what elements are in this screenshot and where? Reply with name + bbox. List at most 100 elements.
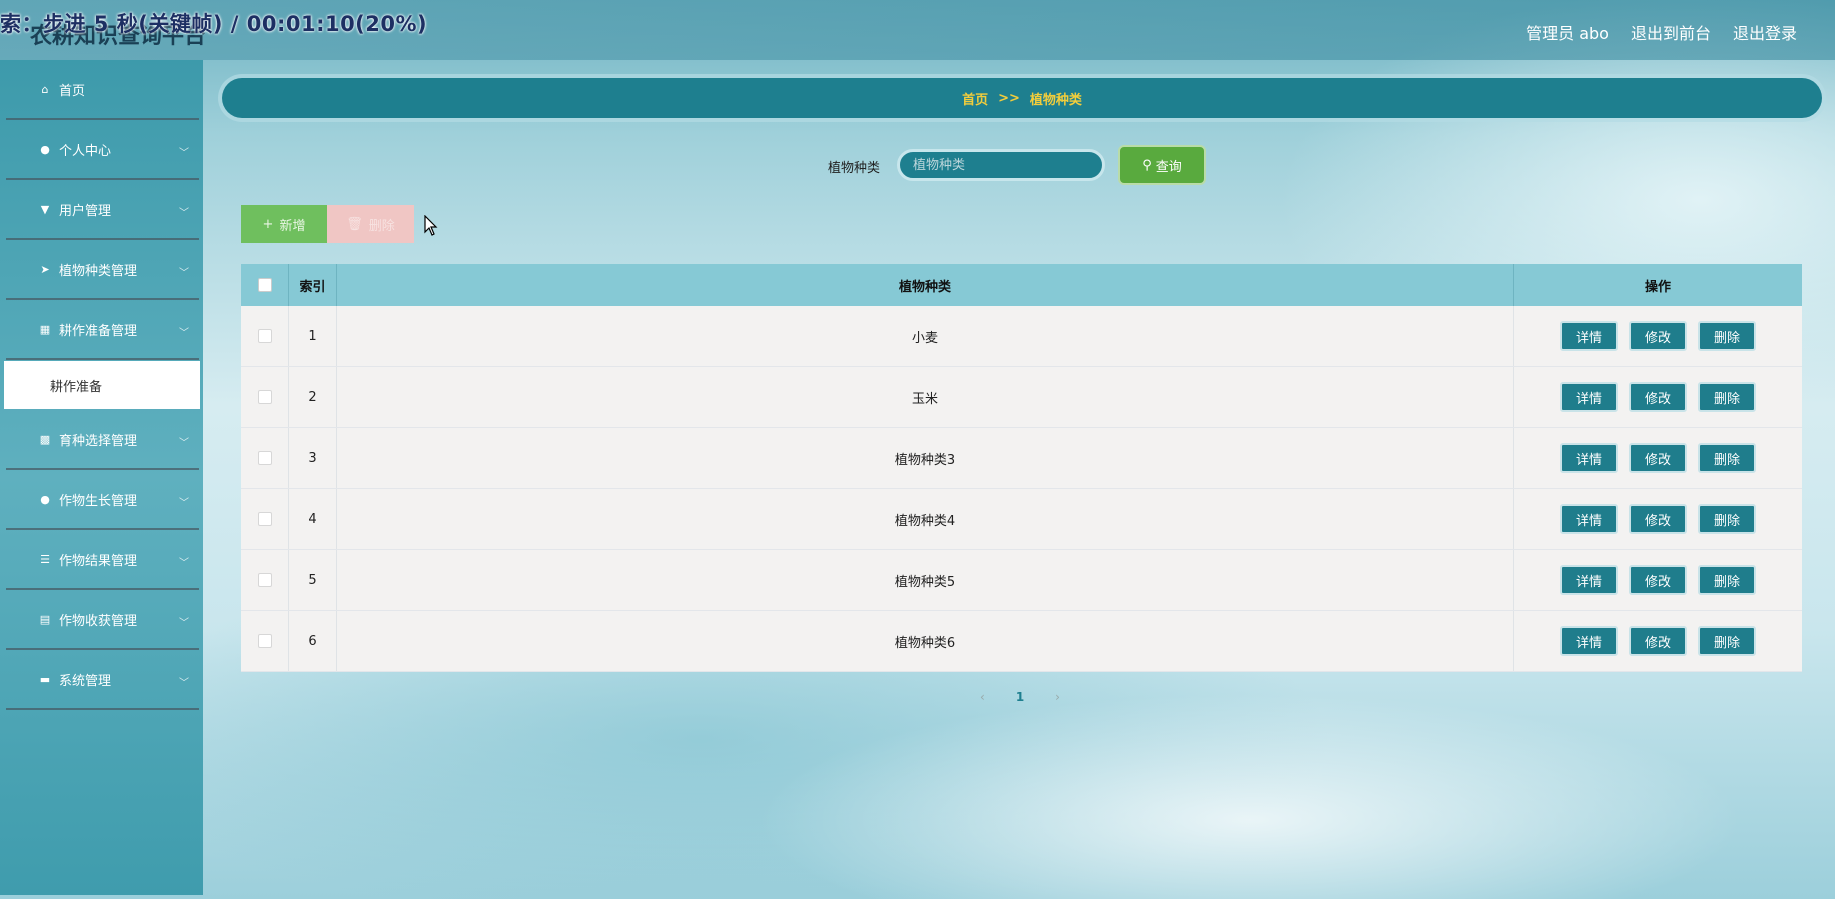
clipboard-icon: ▤ — [39, 612, 51, 626]
sidebar-item-plant-species[interactable]: ➤ 植物种类管理 ﹀ — [6, 240, 199, 300]
row-index: 1 — [289, 306, 337, 366]
add-button[interactable]: + 新增 — [241, 205, 327, 243]
row-name: 植物种类4 — [337, 489, 1514, 549]
row-select-cell — [241, 367, 289, 427]
sidebar-item-label: 系统管理 — [59, 673, 112, 689]
table-body: 1 小麦 详情 修改 删除 2 玉米 详情 修改 删除 3 植物种类3 详情 修改 删除 4 植物种类4 详情 修改… — [241, 306, 1802, 672]
breadcrumb-home[interactable]: 首页 — [962, 89, 988, 108]
delete-button[interactable]: 删除 — [1698, 626, 1756, 656]
sidebar: ⌂ 首页 ● 个人中心 ﹀ ▼ 用户管理 ﹀ ➤ 植物种类管理 ﹀ ▦ 耕作准备… — [0, 60, 203, 895]
select-all-checkbox[interactable] — [257, 278, 272, 292]
edit-button[interactable]: 修改 — [1629, 504, 1687, 534]
table-row: 3 植物种类3 详情 修改 删除 — [241, 428, 1802, 489]
row-checkbox[interactable] — [257, 573, 272, 587]
sidebar-item-label: 植物种类管理 — [59, 263, 138, 279]
sidebar-item-user-management[interactable]: ▼ 用户管理 ﹀ — [6, 180, 199, 240]
sliders-icon: ☰ — [40, 552, 50, 566]
user-manage-icon: ▼ — [40, 202, 50, 216]
row-index: 4 — [289, 489, 337, 549]
row-select-cell — [241, 550, 289, 610]
detail-button[interactable]: 详情 — [1560, 382, 1618, 412]
row-checkbox[interactable] — [257, 634, 272, 648]
sidebar-item-system[interactable]: ▬ 系统管理 ﹀ — [6, 650, 199, 710]
sidebar-item-personal-center[interactable]: ● 个人中心 ﹀ — [6, 120, 199, 180]
chevron-down-icon: ﹀ — [179, 268, 189, 279]
data-table: 索引 植物种类 操作 1 小麦 详情 修改 删除 2 玉米 详情 修改 删除 3 植物种类3 详情 修改删… — [241, 264, 1802, 672]
table-row: 2 玉米 详情 修改 删除 — [241, 367, 1802, 428]
row-checkbox[interactable] — [257, 329, 272, 343]
detail-button[interactable]: 详情 — [1560, 321, 1618, 351]
row-name: 植物种类3 — [337, 428, 1514, 488]
row-index: 6 — [289, 611, 337, 671]
edit-button[interactable]: 修改 — [1629, 626, 1687, 656]
delete-button[interactable]: 删除 — [1698, 565, 1756, 595]
row-select-cell — [241, 306, 289, 366]
chevron-down-icon: ﹀ — [179, 208, 189, 219]
row-index: 5 — [289, 550, 337, 610]
batch-delete-button[interactable]: 🗑 删除 — [327, 205, 414, 243]
home-icon: ⌂ — [41, 82, 49, 96]
row-name: 玉米 — [337, 367, 1514, 427]
delete-button[interactable]: 删除 — [1698, 321, 1756, 351]
detail-button[interactable]: 详情 — [1560, 565, 1618, 595]
sidebar-item-label: 作物生长管理 — [59, 493, 138, 509]
sidebar-item-crop-result[interactable]: ☰ 作物结果管理 ﹀ — [6, 530, 199, 590]
table-row: 6 植物种类6 详情 修改 删除 — [241, 611, 1802, 672]
sidebar-item-crop-growth[interactable]: ● 作物生长管理 ﹀ — [6, 470, 199, 530]
edit-button[interactable]: 修改 — [1629, 443, 1687, 473]
detail-button[interactable]: 详情 — [1560, 626, 1618, 656]
row-ops: 详情 修改 删除 — [1514, 306, 1802, 366]
chevron-down-icon: ﹀ — [179, 148, 189, 159]
header-ops: 操作 — [1644, 279, 1671, 295]
video-caption-overlay: 索：步进 5 秒(关键帧) / 00:01:10(20%) — [0, 12, 428, 36]
table-header: 索引 植物种类 操作 — [241, 264, 1802, 306]
sidebar-item-label: 耕作准备管理 — [59, 323, 138, 339]
detail-button[interactable]: 详情 — [1560, 443, 1618, 473]
send-icon: ➤ — [40, 262, 50, 276]
add-button-label: 新增 — [279, 218, 306, 234]
exit-to-front-link[interactable]: 退出到前台 — [1631, 20, 1711, 44]
logout-link[interactable]: 退出登录 — [1733, 20, 1797, 44]
search-input[interactable] — [897, 149, 1105, 181]
chevron-down-icon: ﹀ — [179, 558, 189, 569]
row-checkbox[interactable] — [257, 390, 272, 404]
submenu-item-tillage-prep[interactable]: 耕作准备 — [4, 361, 200, 409]
top-nav: 管理员 abo 退出到前台 退出登录 — [1526, 20, 1797, 44]
detail-button[interactable]: 详情 — [1560, 504, 1618, 534]
user-icon: ● — [40, 142, 50, 156]
row-name: 植物种类5 — [337, 550, 1514, 610]
sidebar-item-crop-harvest[interactable]: ▤ 作物收获管理 ﹀ — [6, 590, 199, 650]
batch-delete-label: 删除 — [368, 218, 395, 234]
plus-icon: + — [262, 216, 274, 232]
apps-icon: ▩ — [39, 432, 51, 446]
admin-user-label[interactable]: 管理员 abo — [1526, 20, 1609, 44]
pagination: ‹ 1 › — [980, 685, 1060, 709]
chevron-down-icon: ﹀ — [179, 438, 189, 449]
row-checkbox[interactable] — [257, 512, 272, 526]
page-number[interactable]: 1 — [1016, 690, 1024, 704]
sidebar-item-label: 个人中心 — [59, 143, 112, 159]
sidebar-item-home[interactable]: ⌂ 首页 — [6, 60, 199, 120]
delete-button[interactable]: 删除 — [1698, 382, 1756, 412]
sidebar-item-breeding[interactable]: ▩ 育种选择管理 ﹀ — [6, 410, 199, 470]
next-page-button[interactable]: › — [1055, 690, 1060, 704]
row-ops: 详情 修改 删除 — [1514, 428, 1802, 488]
person-icon: ● — [40, 492, 50, 506]
briefcase-icon: ▬ — [39, 672, 51, 686]
edit-button[interactable]: 修改 — [1629, 382, 1687, 412]
prev-page-button[interactable]: ‹ — [980, 690, 985, 704]
search-icon: ⚲ — [1142, 157, 1152, 173]
delete-button[interactable]: 删除 — [1698, 504, 1756, 534]
sidebar-item-tillage-prep[interactable]: ▦ 耕作准备管理 ﹀ — [6, 300, 199, 360]
breadcrumb: 首页 >> 植物种类 — [222, 78, 1822, 118]
table-row: 5 植物种类5 详情 修改 删除 — [241, 550, 1802, 611]
row-ops: 详情 修改 删除 — [1514, 550, 1802, 610]
header-index: 索引 — [289, 264, 337, 306]
edit-button[interactable]: 修改 — [1629, 565, 1687, 595]
row-checkbox[interactable] — [257, 451, 272, 465]
edit-button[interactable]: 修改 — [1629, 321, 1687, 351]
delete-button[interactable]: 删除 — [1698, 443, 1756, 473]
chevron-down-icon: ﹀ — [179, 498, 189, 509]
breadcrumb-current: 植物种类 — [1029, 92, 1082, 108]
query-button[interactable]: ⚲ 查询 — [1118, 145, 1206, 185]
